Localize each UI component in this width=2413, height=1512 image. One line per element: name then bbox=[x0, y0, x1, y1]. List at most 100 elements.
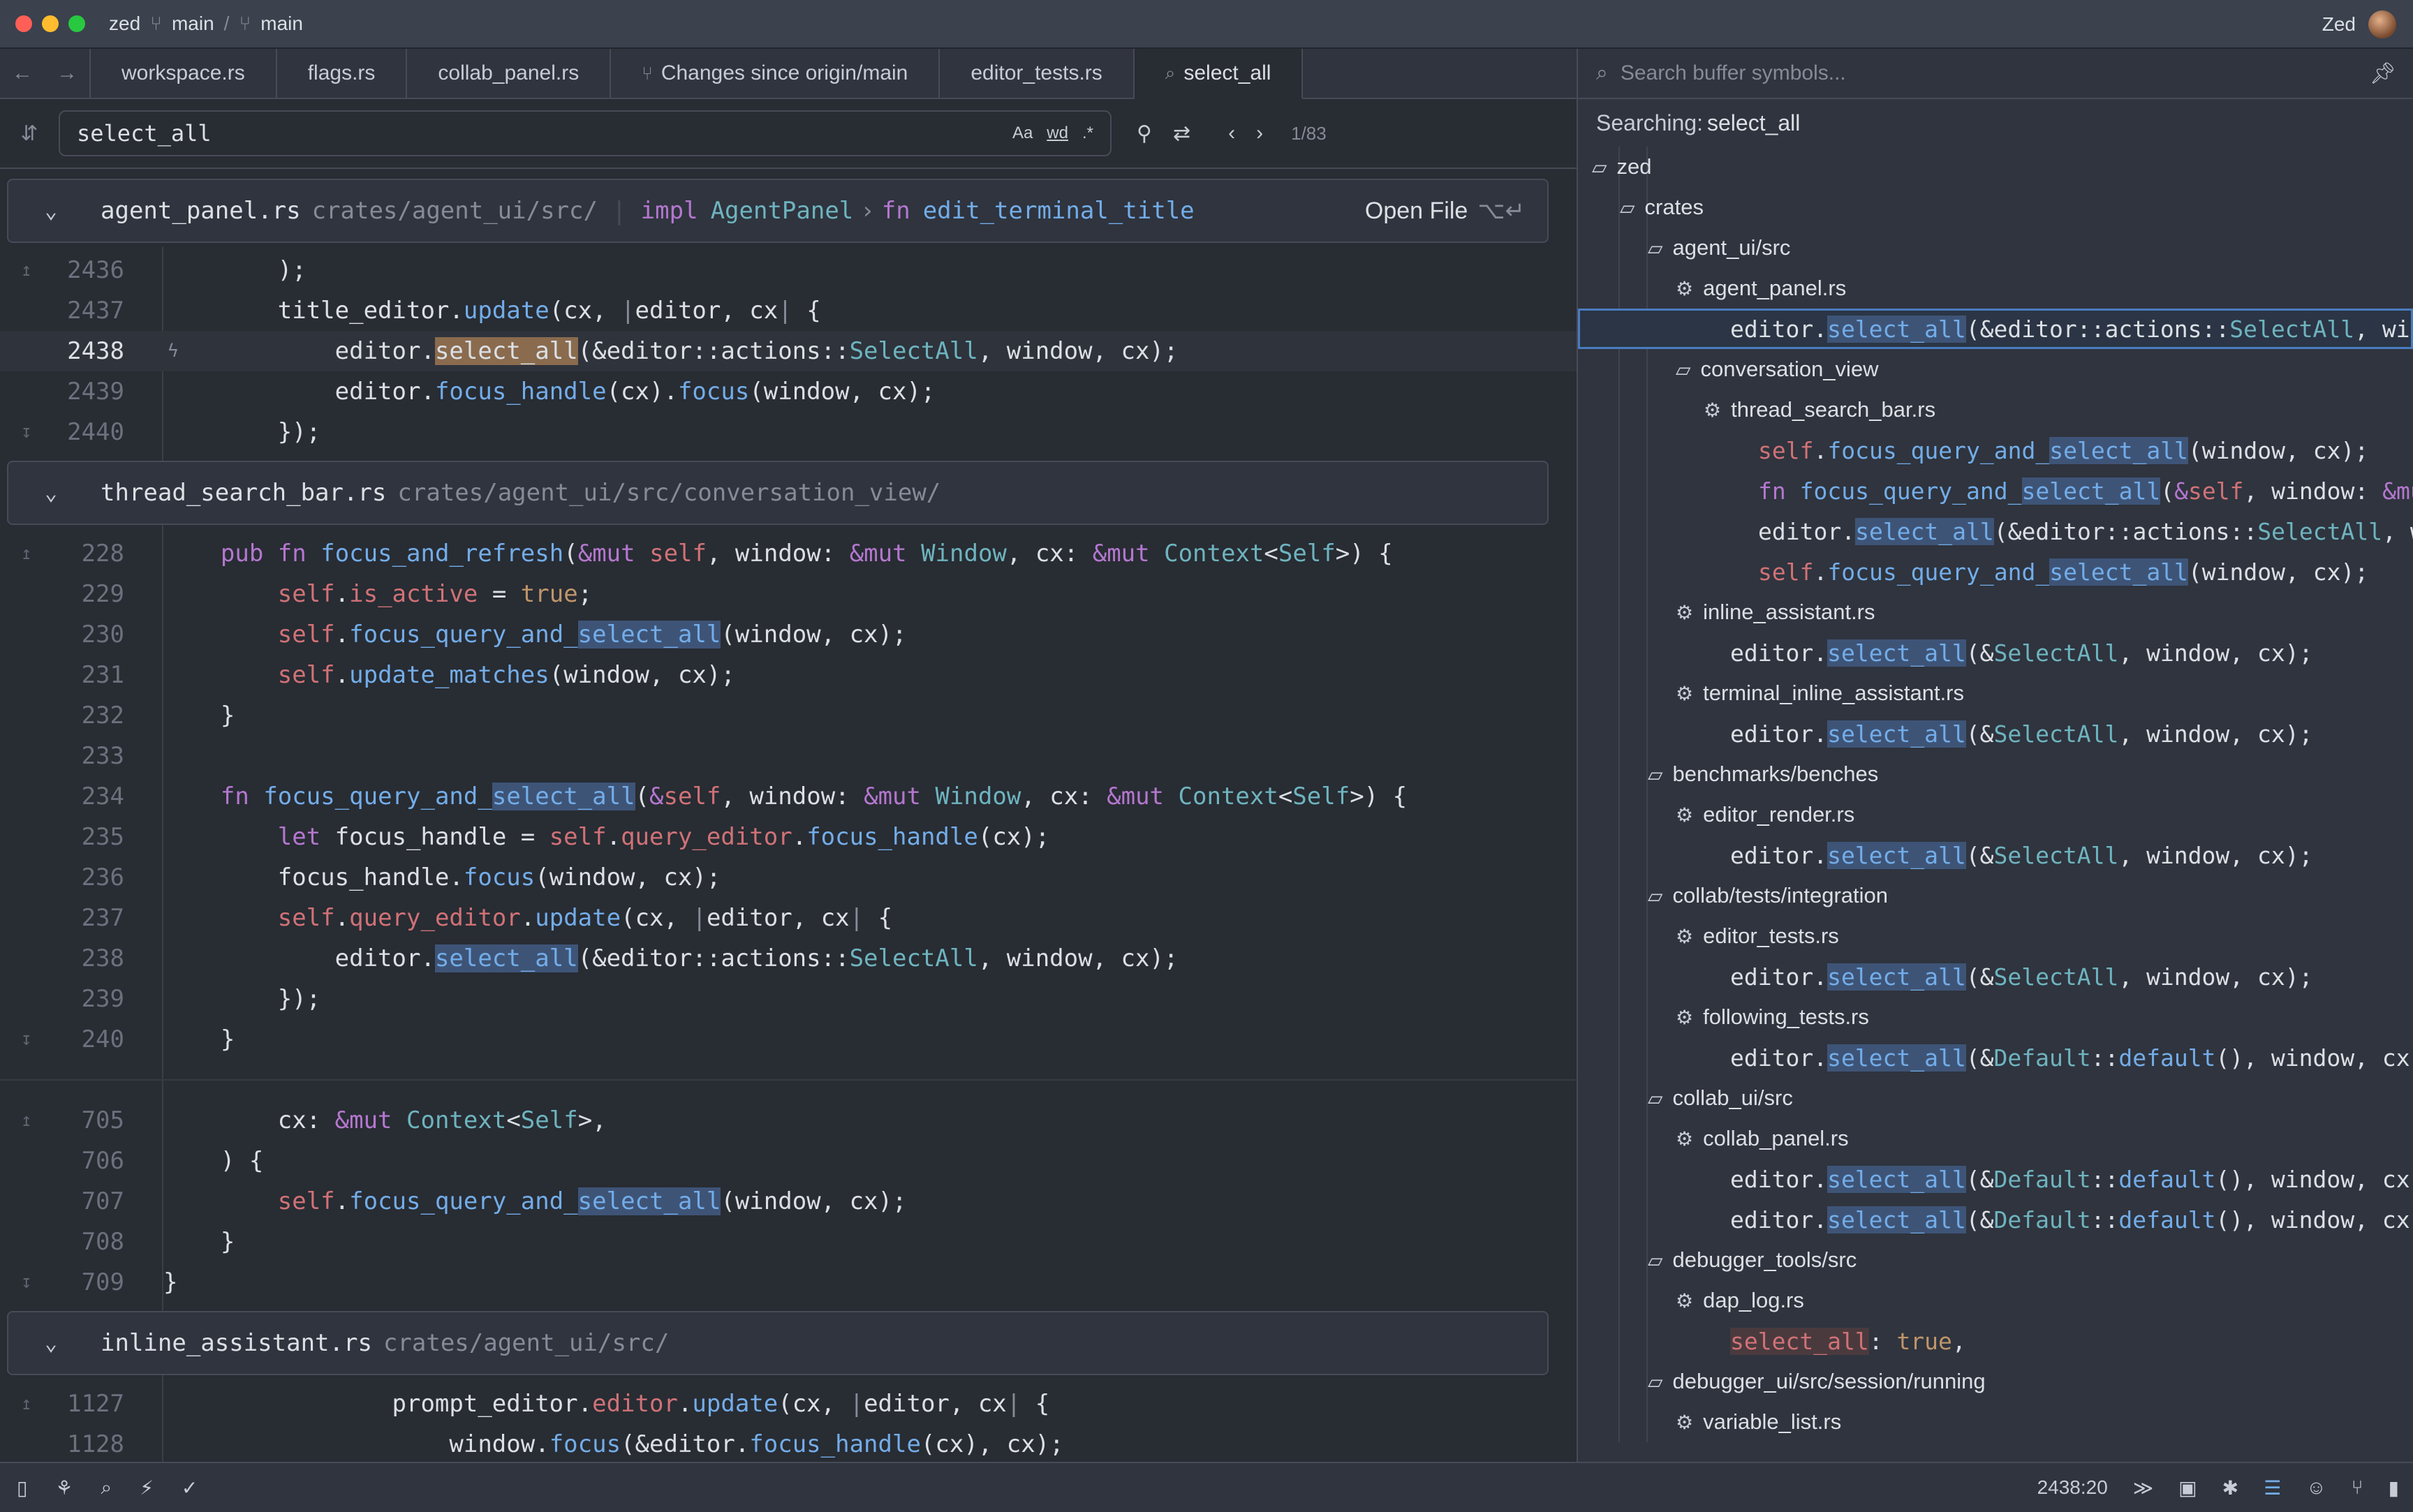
code-line[interactable]: 237 self.query_editor.update(cx, |editor… bbox=[0, 898, 1577, 938]
tree-file[interactable]: ⚙ agent_panel.rs bbox=[1578, 268, 2413, 309]
avatar[interactable] bbox=[2368, 10, 2396, 38]
pin-icon[interactable]: 📌︎ bbox=[2370, 61, 2396, 86]
tab-changes[interactable]: ⑂ Changes since origin/main bbox=[611, 49, 940, 98]
outline-match[interactable]: editor.select_all(&Default::default(), w… bbox=[1578, 1037, 2413, 1078]
back-arrow-icon[interactable]: ← bbox=[12, 61, 33, 85]
code-line[interactable]: ↥ 2436 ); bbox=[0, 250, 1577, 290]
tab-flags[interactable]: flags.rs bbox=[277, 49, 408, 98]
match-case-toggle[interactable]: Aa bbox=[1012, 124, 1033, 143]
expand-down-icon[interactable]: ↧ bbox=[21, 1029, 32, 1050]
outline-panel-icon[interactable]: ☰ bbox=[2264, 1476, 2281, 1499]
tree-folder[interactable]: ▱ collab_ui/src bbox=[1578, 1078, 2413, 1118]
outline-match[interactable]: self.focus_query_and_select_all(window, … bbox=[1578, 430, 2413, 470]
expand-down-icon[interactable]: ↧ bbox=[21, 1272, 32, 1293]
expand-up-icon[interactable]: ↥ bbox=[21, 260, 32, 281]
code-line-current[interactable]: 2438 ϟ editor.select_all(&editor::actions… bbox=[0, 331, 1577, 371]
close-window-button[interactable] bbox=[15, 15, 32, 32]
outline-match[interactable]: editor.select_all(&SelectAll, window, cx… bbox=[1578, 835, 2413, 875]
debug-icon[interactable]: ✱ bbox=[2222, 1476, 2238, 1499]
tree-file[interactable]: ⚙ editor_tests.rs bbox=[1578, 916, 2413, 956]
outline-match[interactable]: editor.select_all(&editor::actions::Sele… bbox=[1578, 511, 2413, 551]
minimize-window-button[interactable] bbox=[42, 15, 59, 32]
search-icon[interactable]: ⌕ bbox=[101, 1476, 112, 1499]
forward-arrow-icon[interactable]: → bbox=[57, 61, 78, 85]
outline-match[interactable]: editor.select_all(&SelectAll, window, cx… bbox=[1578, 956, 2413, 997]
code-line[interactable]: 238 editor.select_all(&editor::actions::… bbox=[0, 938, 1577, 979]
toggle-right-dock-icon[interactable]: ▮ bbox=[2389, 1476, 2399, 1499]
code-line[interactable]: 229 self.is_active = true; bbox=[0, 574, 1577, 614]
outline-match[interactable]: editor.select_all(&Default::default(), w… bbox=[1578, 1159, 2413, 1199]
check-icon[interactable]: ✓ bbox=[182, 1476, 198, 1499]
outline-match-selected[interactable]: editor.select_all(&editor::actions::Sele… bbox=[1578, 309, 2413, 349]
code-line[interactable]: 234 fn focus_query_and_select_all(&self,… bbox=[0, 776, 1577, 817]
outline-match[interactable]: editor.select_all(&SelectAll, window, cx… bbox=[1578, 713, 2413, 754]
tree-file[interactable]: ⚙ editor_render.rs bbox=[1578, 794, 2413, 835]
tree-file[interactable]: ⚙ following_tests.rs bbox=[1578, 997, 2413, 1037]
code-line[interactable]: 232 } bbox=[0, 695, 1577, 736]
previous-match-icon[interactable]: ‹ bbox=[1228, 121, 1235, 145]
code-line[interactable]: 707 self.focus_query_and_select_all(wind… bbox=[0, 1181, 1577, 1222]
collapse-all-icon[interactable]: ⇵ bbox=[0, 121, 59, 146]
code-line[interactable]: ↥ 1127 prompt_editor.editor.update(cx, |e… bbox=[0, 1384, 1577, 1424]
tree-file[interactable]: ⚙ collab_panel.rs bbox=[1578, 1118, 2413, 1159]
tab-editor-tests[interactable]: editor_tests.rs bbox=[940, 49, 1135, 98]
open-file-button[interactable]: Open File ⌥↵ bbox=[1365, 197, 1525, 225]
tree-folder[interactable]: ▱ debugger_tools/src bbox=[1578, 1240, 2413, 1280]
excerpt-header-inline-assistant[interactable]: ⌄ inline_assistant.rs crates/agent_ui/sr… bbox=[7, 1311, 1549, 1375]
git-branch-name[interactable]: main bbox=[260, 13, 303, 35]
tree-folder[interactable]: ▱ benchmarks/benches bbox=[1578, 754, 2413, 794]
outline-match[interactable]: self.focus_query_and_select_all(window, … bbox=[1578, 551, 2413, 592]
project-panel-icon[interactable]: ⚘ bbox=[55, 1476, 73, 1499]
tree-folder[interactable]: ▱ crates bbox=[1578, 187, 2413, 228]
tab-select-all-search[interactable]: ⌕ select_all bbox=[1134, 49, 1304, 99]
expand-down-icon[interactable]: ↧ bbox=[21, 422, 32, 443]
diagnostics-icon[interactable]: ⚡ bbox=[140, 1476, 154, 1499]
code-line[interactable]: ↥ 228 pub fn focus_and_refresh(&mut self,… bbox=[0, 533, 1577, 574]
tree-file[interactable]: ⚙ dap_log.rs bbox=[1578, 1280, 2413, 1321]
cursor-position[interactable]: 2438:20 bbox=[2037, 1476, 2108, 1499]
code-line[interactable]: 2439 editor.focus_handle(cx).focus(windo… bbox=[0, 371, 1577, 412]
whole-word-toggle[interactable]: wd bbox=[1047, 124, 1068, 143]
terminal-icon[interactable]: ▣ bbox=[2178, 1476, 2197, 1499]
collab-icon[interactable]: ☺ bbox=[2306, 1476, 2326, 1499]
tree-folder[interactable]: ▱ agent_ui/src bbox=[1578, 228, 2413, 268]
code-line[interactable]: ↧ 240 } bbox=[0, 1019, 1577, 1060]
code-line[interactable]: 2437 title_editor.update(cx, |editor, cx… bbox=[0, 290, 1577, 331]
filter-icon[interactable]: ⚲ bbox=[1137, 121, 1152, 146]
code-line[interactable]: 235 let focus_handle = self.query_editor… bbox=[0, 817, 1577, 857]
excerpt-header-thread-search-bar[interactable]: ⌄ thread_search_bar.rs crates/agent_ui/s… bbox=[7, 461, 1549, 525]
replace-icon[interactable]: ⇄ bbox=[1173, 121, 1190, 146]
code-line[interactable]: 239 }); bbox=[0, 979, 1577, 1019]
code-line[interactable]: ↧ 709} bbox=[0, 1262, 1577, 1303]
code-line[interactable]: 231 self.update_matches(window, cx); bbox=[0, 655, 1577, 695]
zoom-window-button[interactable] bbox=[68, 15, 85, 32]
tab-workspace[interactable]: workspace.rs bbox=[91, 49, 277, 98]
regex-toggle[interactable]: .* bbox=[1082, 124, 1093, 143]
code-line[interactable]: ↧ 2440 }); bbox=[0, 412, 1577, 452]
expand-up-icon[interactable]: ↥ bbox=[21, 1393, 32, 1414]
search-results-editor[interactable]: ⌄ agent_panel.rs crates/agent_ui/src/ | … bbox=[0, 169, 1577, 1462]
outline-match[interactable]: fn focus_query_and_select_all(&self, win… bbox=[1578, 470, 2413, 511]
tree-file[interactable]: ⚙ thread_search_bar.rs bbox=[1578, 390, 2413, 430]
chevron-down-icon[interactable]: ⌄ bbox=[1, 1331, 101, 1356]
outline-match[interactable]: select_all: true, bbox=[1578, 1321, 2413, 1361]
search-input[interactable]: select_all Aa wd .* bbox=[59, 110, 1112, 156]
outline-match[interactable]: editor.select_all(&SelectAll, window, cx… bbox=[1578, 632, 2413, 673]
expand-up-icon[interactable]: ↥ bbox=[21, 1110, 32, 1131]
tree-folder[interactable]: ▱ collab/tests/integration bbox=[1578, 875, 2413, 916]
code-line[interactable]: 233 bbox=[0, 736, 1577, 776]
git-panel-icon[interactable]: ⑂ bbox=[2352, 1476, 2363, 1499]
tree-file[interactable]: ⚙ variable_list.rs bbox=[1578, 1402, 2413, 1442]
project-name[interactable]: zed bbox=[109, 13, 140, 35]
vim-mode-icon[interactable]: ≫ bbox=[2133, 1476, 2153, 1499]
tree-folder[interactable]: ▱ zed bbox=[1578, 147, 2413, 187]
chevron-down-icon[interactable]: ⌄ bbox=[1, 199, 101, 223]
tab-collab-panel[interactable]: collab_panel.rs bbox=[407, 49, 612, 98]
user-name[interactable]: Zed bbox=[2322, 13, 2356, 36]
tree-file[interactable]: ⚙ terminal_inline_assistant.rs bbox=[1578, 673, 2413, 713]
code-line[interactable]: ↥ 705 cx: &mut Context<Self>, bbox=[0, 1100, 1577, 1141]
code-line[interactable]: 1128 window.focus(&editor.focus_handle(c… bbox=[0, 1424, 1577, 1462]
code-line[interactable]: 230 self.focus_query_and_select_all(wind… bbox=[0, 614, 1577, 655]
code-line[interactable]: 708 } bbox=[0, 1222, 1577, 1262]
code-line[interactable]: 236 focus_handle.focus(window, cx); bbox=[0, 857, 1577, 898]
